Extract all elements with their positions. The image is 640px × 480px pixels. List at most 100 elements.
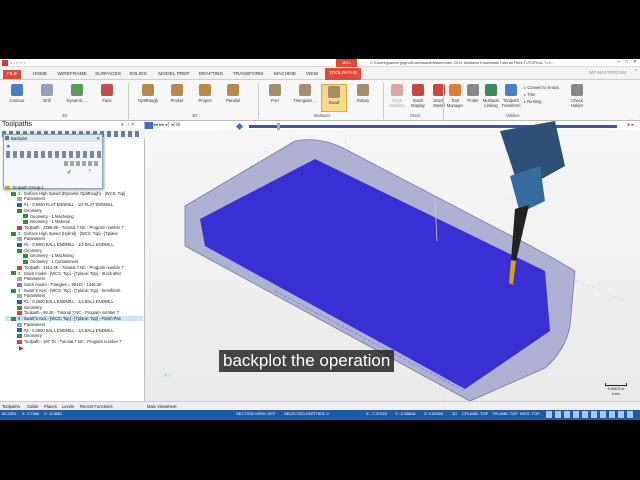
tree-node[interactable]: #3 - 0.2500 BALL ENDMILL - 1/4 BALL ENDM… [17,299,114,304]
tree-node-icon [5,185,10,190]
check-holder-button[interactable]: Check Holder [566,84,588,108]
tool-manager-button[interactable]: Tool Manager [445,84,465,108]
tab-drafting[interactable]: DRAFTING [196,70,226,79]
trim-button[interactable]: ▸ Trim [524,92,535,97]
panel-tab-toolpaths[interactable]: Toolpaths [2,404,20,409]
tab-toolpaths[interactable]: TOOLPATHS [325,68,361,80]
tree-node-icon [11,271,16,276]
swarf-button[interactable]: Swarf [321,84,347,112]
panel-tab-recent[interactable]: Recent Functions [80,404,113,409]
tree-node[interactable]: Geometry [17,248,42,253]
viewsheet-strip: Main Viewsheet [145,401,640,410]
toolpath-transform-button[interactable]: Toolpath Transform [500,84,522,108]
account-label[interactable]: MY MASTERCAM [589,70,626,75]
cplane-status[interactable]: CPLANE: TOP [462,411,488,416]
tab-wireframe[interactable]: WIREFRAME [55,70,89,79]
face-label: Face [102,98,112,103]
tree-node[interactable]: #1 - 0.5000 FLAT ENDMILL - 1/2 FLAT ENDM… [17,202,113,207]
tree-node[interactable]: Parameters [17,276,45,281]
tree-node[interactable]: Geometry - 1 Machining [23,253,74,258]
help-icon[interactable]: ? [88,169,91,175]
minimize-icon[interactable]: – [617,59,620,65]
status-icons[interactable] [546,411,636,418]
backplot-options-icon[interactable]: ❖ [6,144,10,150]
tree-node[interactable]: 2 - Surface High Speed (Hybrid) - [WCS: … [11,231,118,236]
tree-node[interactable]: 5 - Swarf 5 Axis - [WCS: Top] - [Tplane:… [5,316,143,322]
tab-solids[interactable]: SOLIDS [126,70,150,79]
drill-button[interactable]: Drill [34,84,60,103]
rotary-label: Rotary [356,98,370,103]
triangular-button[interactable]: Triangular ... [290,84,320,103]
stock-shading-label: Stock Shading [389,98,405,108]
face-button[interactable]: Face [94,84,120,103]
tree-node-icon [17,305,22,310]
contour-button[interactable]: Contour [4,84,30,103]
tree-node[interactable]: Geometry [17,305,42,310]
tree-node[interactable]: Geometry - 1 Machining [23,214,74,219]
tree-node[interactable]: Toolpath - 99.4K - Tutorial 7.NC - Progr… [17,310,119,315]
swarf-label: Swarf [328,100,340,105]
tab-surfaces[interactable]: SURFACES [92,70,124,79]
tab-view[interactable]: VIEW [302,70,322,79]
panel-pin-icon[interactable]: ▾ ⊣ ✕ [121,122,135,128]
close-icon[interactable]: ✕ [633,59,637,65]
tree-node[interactable]: Geometry - 1 Containment [23,259,78,264]
multiaxis-linking-button[interactable]: Multiaxis Linking [481,84,501,108]
tree-node[interactable]: 1 - Surface High Speed (Dynamic OptiRoug… [11,191,125,196]
convert-to-5-axis-button[interactable]: ▸ Convert to 5-axis [524,85,559,90]
tree-node[interactable]: Parameters [17,196,45,201]
tree-node[interactable]: Parameters [17,293,45,298]
parallel-button[interactable]: Parallel [220,84,246,103]
section-view-status[interactable]: SECTION VIEW: OFF [236,411,275,416]
tree-node[interactable]: #2 - 0.5000 BALL ENDMILL - 1/2 BALL ENDM… [17,242,114,247]
probe-button[interactable]: Probe [463,84,483,103]
confirm-icon[interactable]: ✔ [67,169,72,176]
wcs-status[interactable]: WCS: TOP [520,411,540,416]
pocket-button[interactable]: Pocket [164,84,190,103]
tree-node-label: #3 - 0.2500 BALL ENDMILL - 1/4 BALL ENDM… [24,327,114,333]
optirough-button[interactable]: OptiRough [134,84,162,103]
collapse-ribbon-icon[interactable]: ^ [635,69,637,75]
dynamic-button[interactable]: Dynamic ... [62,84,92,103]
viewsheet-tab[interactable]: Main Viewsheet [147,404,176,409]
project-button[interactable]: Project [192,84,218,103]
maximize-icon[interactable]: □ [625,59,628,65]
toolpath-transform-label: Toolpath Transform [501,98,521,108]
tree-node[interactable]: Geometry - 1 Material [23,219,70,224]
panel-tab-planes[interactable]: Planes [44,404,57,409]
triangular-icon [299,84,311,96]
tree-node[interactable]: Toolpath - 197.7K - Tutorial 7.NC - Prog… [17,339,121,344]
status-y: Y: -2.58618 [395,411,416,416]
tree-node[interactable]: Parameters [17,322,45,327]
backplot-close-icon[interactable]: ✕ [96,135,100,142]
tree-node[interactable]: 4 - Swarf 5 Axis - [WCS: Top] - [Tplane:… [11,288,120,293]
port-button[interactable]: Port [262,84,288,103]
tree-node[interactable]: #3 - 0.2500 BALL ENDMILL - 1/4 BALL ENDM… [17,328,114,333]
tab-transform[interactable]: TRANSFORM [230,70,266,79]
backplot-display-buttons[interactable] [6,151,102,158]
tree-node[interactable]: Stock model - Triangles = 99140 - 1346.3… [17,282,102,287]
tree-node[interactable]: Toolpath - 1412.4K - Tutorial 7.NC - Pro… [17,265,124,270]
tree-node[interactable]: 3 - Stock model - [WCS: Top] - [Tplane: … [11,271,121,276]
tab-machine[interactable]: MACHINE [270,70,300,79]
tree-node[interactable]: Toolpath Group-1 [5,185,44,190]
multiaxis-linking-label: Multiaxis Linking [482,98,500,108]
tree-node-icon [23,220,28,225]
tab-home[interactable]: HOME [28,70,52,79]
tplane-status[interactable]: TPLANE: TOP [492,411,518,416]
tree-node[interactable]: Geometry [17,208,42,213]
stock-shading-button[interactable]: Stock Shading [386,84,408,108]
tab-model-prep[interactable]: MODEL PREP [155,70,193,79]
nesting-button[interactable]: ▸ Nesting [524,99,541,104]
rotary-button[interactable]: Rotary [350,84,376,103]
backplot-small-controls[interactable] [64,161,100,166]
stock-display-button[interactable]: Stock Display [407,84,429,108]
tree-node[interactable]: Geometry [17,333,42,338]
panel-tab-solids[interactable]: Solids [27,404,38,409]
mode-3d[interactable]: 3D [452,411,457,416]
quick-access-toolbar[interactable]: ▪ ▪ ▪ ▪ ▪ ▪ [11,60,25,65]
tab-file[interactable]: FILE [3,70,21,79]
tree-node[interactable]: Parameters [17,236,45,241]
tree-node[interactable]: Toolpath - 2298.9K - Tutorial 7.NC - Pro… [17,225,124,230]
panel-tab-levels[interactable]: Levels [62,404,74,409]
